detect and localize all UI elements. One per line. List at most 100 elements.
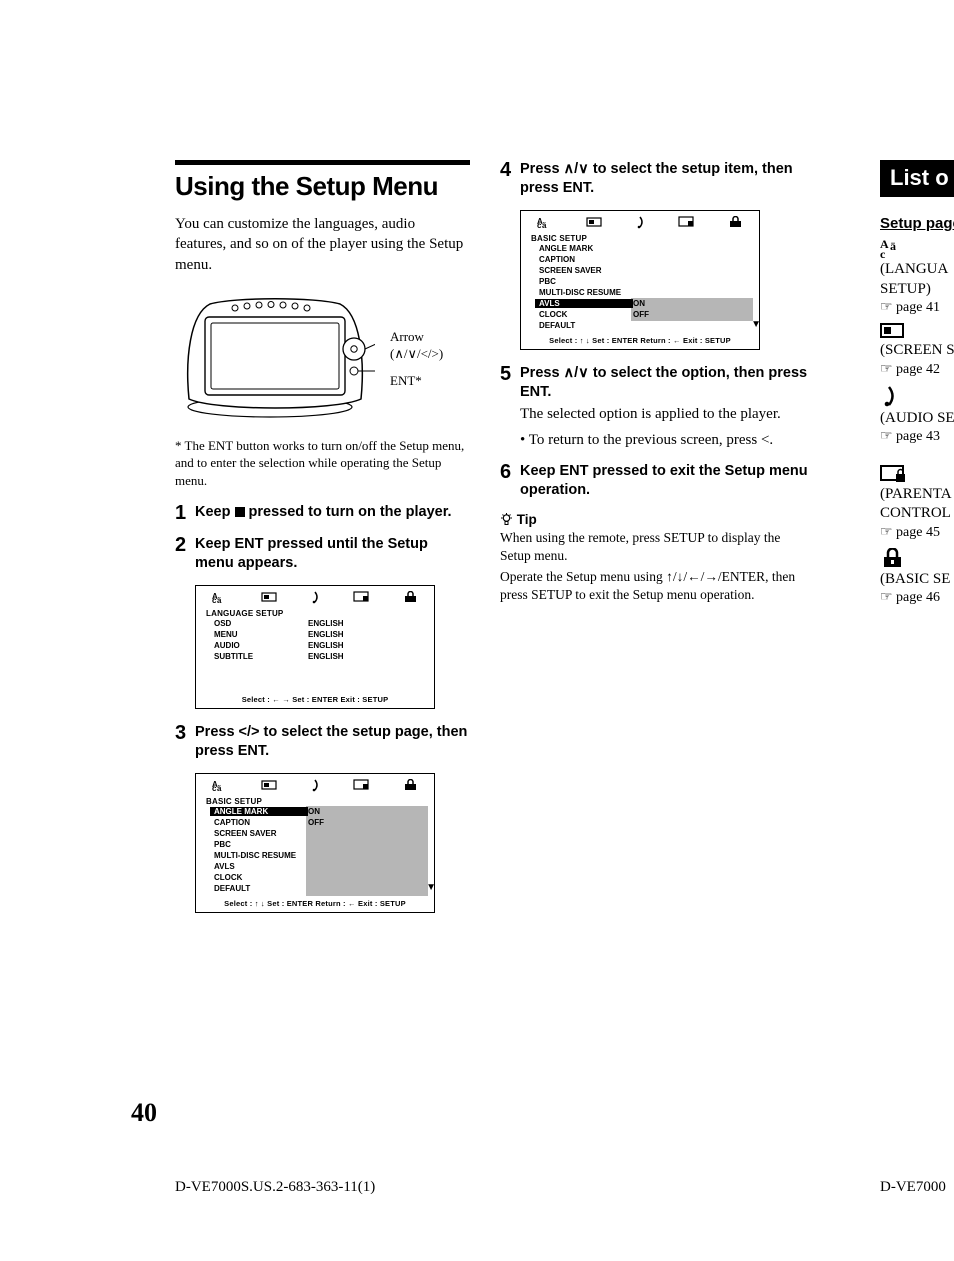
item-label: SETUP) — [880, 280, 954, 300]
osd-title: BASIC SETUP — [196, 796, 434, 806]
osd-row-label: CLOCK — [535, 310, 633, 319]
language-icon: Aäç — [537, 216, 553, 228]
osd-row-label: AVLS — [535, 299, 633, 308]
osd-row-label: PBC — [210, 840, 308, 849]
tip-body-text: Operate the Setup menu using ↑/↓/←/→/ENT… — [500, 568, 810, 604]
screen-icon — [261, 592, 277, 602]
step-number: 3 — [175, 723, 195, 761]
step-number: 1 — [175, 503, 195, 523]
osd-row-label: MULTI-DISC RESUME — [210, 851, 308, 860]
osd-tabs: Aäç — [196, 586, 434, 608]
scroll-down-indicator-icon: ▼ — [751, 319, 761, 330]
step-number: 6 — [500, 462, 520, 500]
step-label: Press ∧/∨ to select the option, then pre… — [520, 364, 810, 451]
osd-row-label: MULTI-DISC RESUME — [535, 288, 633, 297]
stop-icon — [235, 507, 245, 517]
osd-row-label: CAPTION — [535, 255, 633, 264]
osd-row-label: SCREEN SAVER — [210, 829, 308, 838]
page-reference: ☞ page 42 — [880, 361, 954, 379]
osd-screenshot-basic-avls: Aäç BASIC SETUP ANGLE MARK CAPTION SCREE… — [520, 210, 760, 350]
callout-arrow-label: Arrow — [390, 329, 443, 346]
osd-tabs: Aäç — [196, 774, 434, 796]
osd-title: LANGUAGE SETUP — [196, 608, 434, 618]
screen-setup-icon — [880, 323, 904, 339]
osd-row-label: MENU — [210, 630, 308, 639]
step-bullet-text: • To return to the previous screen, pres… — [520, 431, 810, 451]
page-reference: ☞ page 45 — [880, 524, 954, 542]
step-label: Keep ENT pressed to exit the Setup menu … — [520, 462, 810, 500]
basic-icon — [727, 216, 743, 228]
parental-control-icon — [880, 465, 906, 483]
setup-page-header: Setup page — [880, 215, 954, 232]
audio-setup-icon — [880, 385, 898, 407]
item-label: (BASIC SE — [880, 570, 954, 590]
basic-icon — [402, 591, 418, 603]
item-label: (AUDIO SE — [880, 409, 954, 429]
page-reference: ☞ page 46 — [880, 589, 954, 607]
tip-title-text: Tip — [517, 512, 537, 527]
osd-row-label: AUDIO — [210, 641, 308, 650]
language-icon: Aäç — [212, 591, 228, 603]
svg-text:ä: ä — [890, 239, 896, 253]
svg-text:ä: ä — [542, 221, 547, 228]
audio-icon — [309, 778, 321, 792]
page-reference: ☞ page 41 — [880, 299, 954, 317]
osd-footer: Select : ↑ ↓ Set : ENTER Return : ← Exit… — [521, 333, 759, 349]
osd-footer: Select : ↑ ↓ Set : ENTER Return : ← Exit… — [196, 896, 434, 912]
callout-arrow-sub: (∧/∨/</>) — [390, 346, 443, 363]
osd-row-label: DEFAULT — [535, 321, 633, 330]
language-setup-icon: Aäç — [880, 238, 902, 258]
osd-row-label: AVLS — [210, 862, 308, 871]
step-label: Press ∧/∨ to select the setup item, then… — [520, 160, 810, 198]
callout-ent-label: ENT* — [390, 373, 443, 390]
device-diagram: Arrow (∧/∨/</>) ENT* — [175, 289, 470, 429]
osd-screenshot-language: Aäç LANGUAGE SETUP OSDENGLISH MENUENGLIS… — [195, 585, 435, 709]
svg-text:ä: ä — [217, 784, 222, 791]
language-icon: Aäç — [212, 779, 228, 791]
svg-text:ç: ç — [212, 596, 217, 603]
svg-text:ä: ä — [217, 596, 222, 603]
page-reference: ☞ page 43 — [880, 428, 954, 446]
item-label: (SCREEN S — [880, 341, 954, 361]
osd-row-value: ENGLISH — [308, 630, 344, 639]
scroll-down-indicator-icon: ▼ — [426, 882, 436, 893]
osd-row-label: SCREEN SAVER — [535, 266, 633, 275]
intro-text: You can customize the languages, audio f… — [175, 214, 470, 275]
setup-page-item: Aäç (LANGUA SETUP) ☞ page 41 — [880, 238, 954, 317]
section-rule — [175, 160, 470, 165]
osd-row-value: ENGLISH — [308, 652, 344, 661]
footer-right: D-VE7000 — [880, 1179, 946, 1196]
footer-left: D-VE7000S.US.2-683-363-11(1) — [175, 1179, 375, 1196]
parental-icon — [353, 591, 369, 603]
tip-body-text: When using the remote, press SETUP to di… — [500, 529, 810, 565]
osd-row-value: ON — [633, 299, 645, 308]
osd-row-label: CLOCK — [210, 873, 308, 882]
osd-row-value: ENGLISH — [308, 641, 344, 650]
step-label: Press </> to select the setup page, then… — [195, 723, 470, 761]
osd-row-label: SUBTITLE — [210, 652, 308, 661]
osd-row-label: ANGLE MARK — [535, 244, 633, 253]
list-section-heading: List o — [880, 160, 954, 197]
audio-icon — [309, 590, 321, 604]
step-number: 4 — [500, 160, 520, 198]
osd-row-value: ENGLISH — [308, 619, 344, 628]
step-title-text: Press ∧/∨ to select the option, then pre… — [520, 365, 807, 400]
step-label: Keep pressed to turn on the player. — [195, 503, 470, 523]
basic-setup-icon — [880, 548, 904, 568]
step-label: Keep ENT pressed until the Setup menu ap… — [195, 535, 470, 573]
tip-icon — [500, 513, 513, 526]
osd-row-label: DEFAULT — [210, 884, 308, 893]
osd-row-value: ON — [308, 807, 320, 816]
player-illustration — [175, 289, 375, 419]
osd-row-value: OFF — [308, 818, 324, 827]
footnote-text: * The ENT button works to turn on/off th… — [175, 437, 470, 490]
svg-text:ç: ç — [212, 784, 217, 791]
section-heading: Using the Setup Menu — [175, 171, 470, 202]
setup-page-item: (SCREEN S ☞ page 42 — [880, 323, 954, 379]
osd-title: BASIC SETUP — [521, 233, 759, 243]
osd-row-value: OFF — [633, 310, 649, 319]
osd-footer: Select : ← → Set : ENTER Exit : SETUP — [196, 692, 434, 708]
screen-icon — [586, 217, 602, 227]
parental-icon — [353, 779, 369, 791]
osd-row-label: ANGLE MARK — [210, 807, 308, 816]
